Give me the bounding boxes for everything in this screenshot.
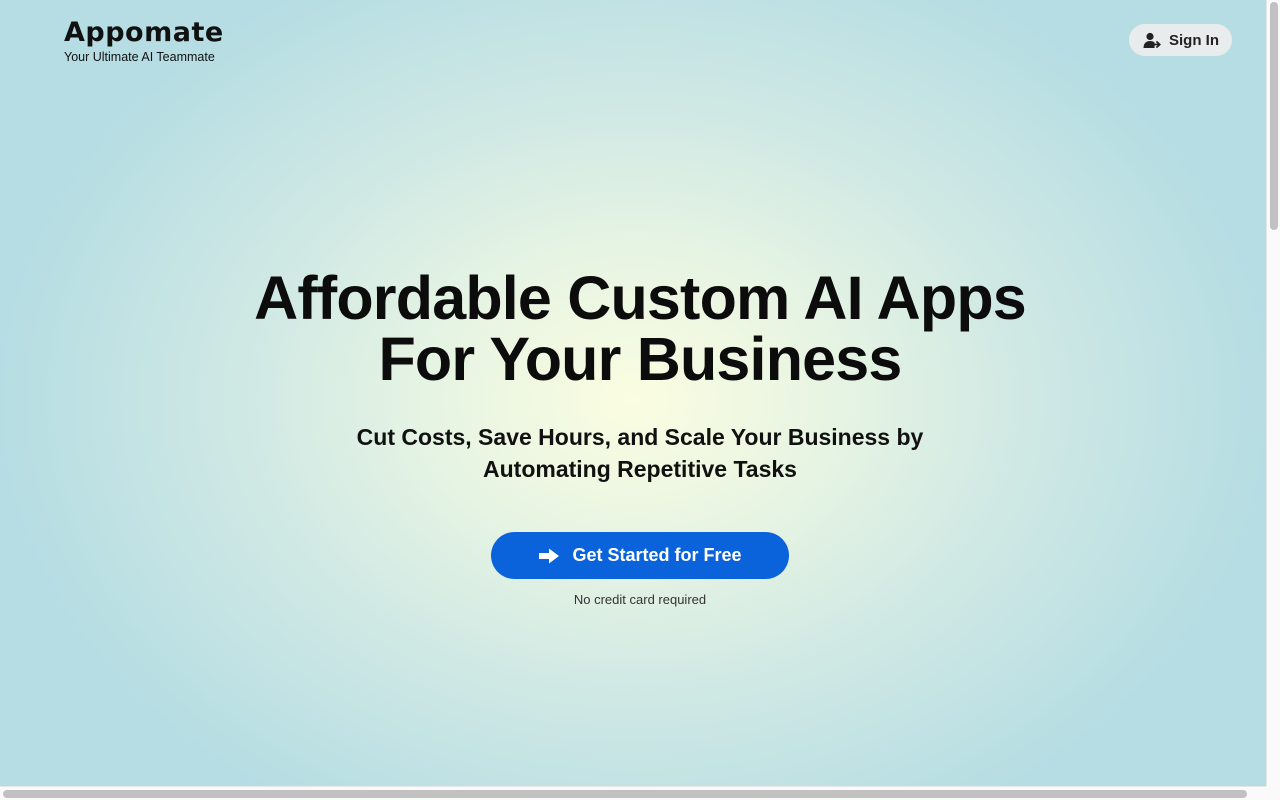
get-started-label: Get Started for Free: [572, 545, 742, 565]
sign-in-label: Sign In: [1169, 31, 1219, 49]
hero-title-line-2: For Your Business: [378, 325, 902, 393]
arrow-right-icon: [539, 548, 560, 563]
hero-title: Affordable Custom AI Apps For Your Busin…: [0, 268, 1266, 390]
hero-subtitle: Cut Costs, Save Hours, and Scale Your Bu…: [0, 421, 1266, 485]
horizontal-scrollbar-thumb[interactable]: [3, 790, 1247, 798]
sign-in-button[interactable]: Sign In: [1129, 24, 1232, 56]
hero-subtitle-line-1: Cut Costs, Save Hours, and Scale Your Bu…: [356, 424, 924, 450]
horizontal-scrollbar[interactable]: [0, 786, 1266, 800]
brand-name: Appomate: [64, 17, 224, 48]
hero-title-line-1: Affordable Custom AI Apps: [254, 264, 1027, 332]
get-started-button[interactable]: Get Started for Free: [491, 532, 789, 579]
user-sign-in-icon: [1143, 32, 1161, 48]
hero-subtitle-line-2: Automating Repetitive Tasks: [483, 456, 797, 482]
vertical-scrollbar-thumb[interactable]: [1270, 2, 1278, 230]
brand-logo[interactable]: Appomate Your Ultimate AI Teammate: [64, 17, 224, 65]
brand-tagline: Your Ultimate AI Teammate: [64, 50, 215, 64]
scrollbar-corner: [1266, 786, 1280, 800]
page-viewport: Appomate Your Ultimate AI Teammate Sign …: [0, 0, 1266, 786]
vertical-scrollbar[interactable]: [1266, 0, 1280, 786]
no-credit-card-note: No credit card required: [573, 592, 707, 607]
